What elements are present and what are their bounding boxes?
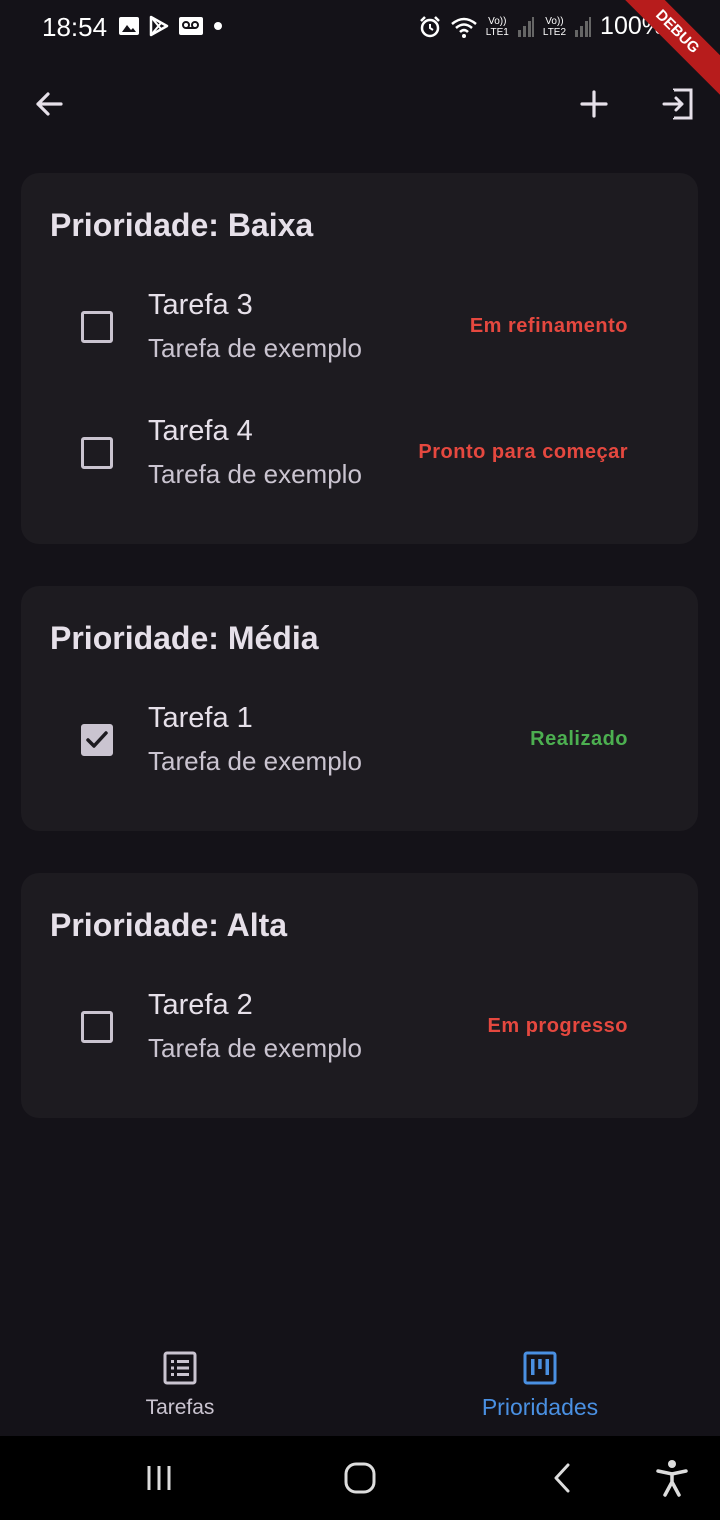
task-checkbox-checked[interactable] xyxy=(81,724,113,756)
lte1-label: Vo)) LTE1 xyxy=(486,16,509,38)
check-icon xyxy=(86,731,108,748)
list-icon xyxy=(163,1351,197,1385)
task-title: Tarefa 3 xyxy=(148,289,253,321)
arrow-left-icon xyxy=(36,92,63,116)
task-title: Tarefa 4 xyxy=(148,415,253,447)
gallery-icon xyxy=(119,17,139,35)
chevron-left-icon xyxy=(554,1463,570,1493)
task-checkbox[interactable] xyxy=(81,311,113,343)
status-notification-icons xyxy=(118,15,224,37)
task-subtitle: Tarefa de exemplo xyxy=(148,333,362,363)
nav-label-tarefas: Tarefas xyxy=(145,1396,215,1419)
logout-button[interactable] xyxy=(650,76,706,132)
task-row[interactable]: Tarefa 2 Tarefa de exemplo Em progresso xyxy=(21,973,698,1073)
task-subtitle: Tarefa de exemplo xyxy=(148,746,362,776)
voicemail-icon xyxy=(179,17,203,35)
plus-icon xyxy=(580,90,608,118)
home-icon xyxy=(344,1462,376,1494)
volte2-text: Vo)) xyxy=(545,15,564,27)
signal2-icon xyxy=(575,16,592,37)
lte2-label: Vo)) LTE2 xyxy=(543,16,566,38)
task-status: Em progresso xyxy=(487,1015,628,1037)
logout-icon xyxy=(662,88,693,120)
recent-apps-button[interactable] xyxy=(139,1458,179,1498)
accessibility-icon xyxy=(656,1460,688,1497)
volte1-text: Vo)) xyxy=(488,15,507,27)
nav-item-prioridades[interactable]: Prioridades xyxy=(360,1330,720,1436)
nav-label-prioridades: Prioridades xyxy=(481,1394,599,1420)
priority-card-media: Prioridade: Média Tarefa 1 Tarefa de exe… xyxy=(21,586,698,831)
task-subtitle: Tarefa de exemplo xyxy=(148,1033,362,1063)
play-store-icon xyxy=(149,15,169,37)
app-bar xyxy=(0,70,720,138)
task-checkbox[interactable] xyxy=(81,437,113,469)
status-time: 18:54 xyxy=(42,12,108,42)
card-title: Prioridade: Baixa xyxy=(50,207,314,243)
back-system-button[interactable] xyxy=(542,1458,582,1498)
lte2-text: LTE2 xyxy=(542,26,567,38)
home-button[interactable] xyxy=(340,1458,380,1498)
task-row[interactable]: Tarefa 1 Tarefa de exemplo Realizado xyxy=(21,686,698,786)
lte1-text: LTE1 xyxy=(485,26,509,38)
back-button[interactable] xyxy=(21,76,77,132)
system-navigation-bar xyxy=(0,1436,720,1520)
kanban-icon xyxy=(523,1351,557,1385)
task-status: Realizado xyxy=(530,728,628,750)
task-title: Tarefa 2 xyxy=(148,989,253,1021)
task-row[interactable]: Tarefa 3 Tarefa de exemplo Em refinament… xyxy=(21,273,698,373)
nav-item-tarefas[interactable]: Tarefas xyxy=(0,1330,360,1436)
status-system-icons: Vo)) LTE1 Vo)) LTE2 100% xyxy=(418,12,664,41)
dot-icon xyxy=(214,22,222,30)
signal1-icon xyxy=(517,16,534,37)
alarm-icon xyxy=(419,15,440,37)
task-subtitle: Tarefa de exemplo xyxy=(148,459,362,489)
add-button[interactable] xyxy=(566,76,622,132)
task-status: Em refinamento xyxy=(469,315,628,337)
priority-card-baixa: Prioridade: Baixa Tarefa 3 Tarefa de exe… xyxy=(21,173,698,544)
wifi-icon xyxy=(450,17,477,38)
card-title: Prioridade: Média xyxy=(50,620,319,656)
priority-card-alta: Prioridade: Alta Tarefa 2 Tarefa de exem… xyxy=(21,873,698,1118)
task-checkbox[interactable] xyxy=(81,1011,113,1043)
recents-icon xyxy=(147,1466,171,1490)
status-bar: 18:54 Vo)) LTE1 Vo)) LTE2 100% DEBUG xyxy=(0,0,720,103)
task-row[interactable]: Tarefa 4 Tarefa de exemplo Pronto para c… xyxy=(21,399,698,499)
accessibility-button[interactable] xyxy=(652,1458,692,1498)
task-status: Pronto para começar xyxy=(418,441,628,463)
card-title: Prioridade: Alta xyxy=(50,907,288,943)
bottom-navigation: Tarefas Prioridades xyxy=(0,1330,720,1436)
task-title: Tarefa 1 xyxy=(148,702,253,734)
